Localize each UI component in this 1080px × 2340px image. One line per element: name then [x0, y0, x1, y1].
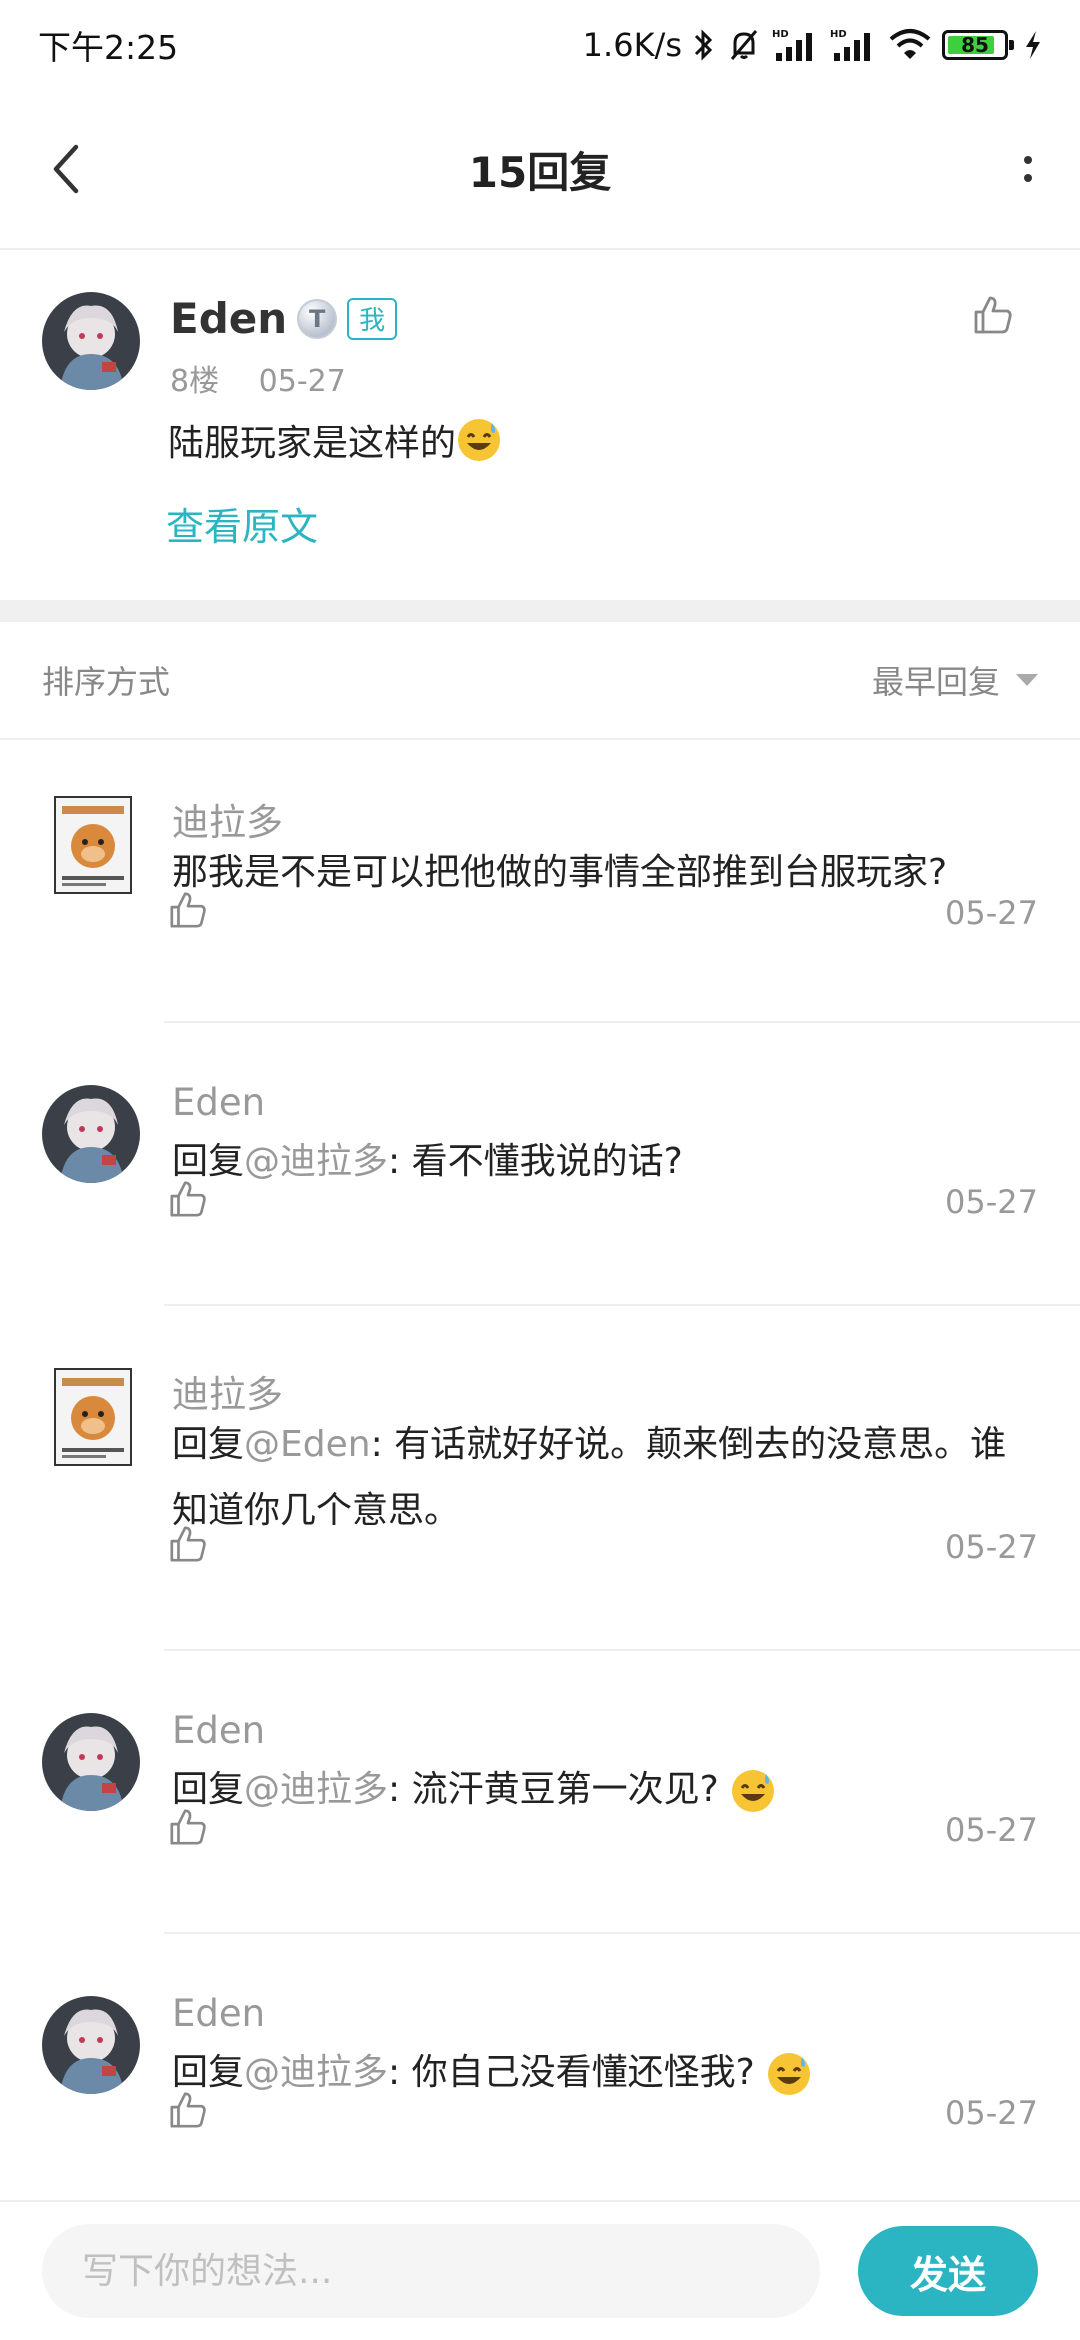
- thumbs-up-icon: [170, 892, 206, 928]
- status-icons: 1.6K/s HD HD 85: [583, 26, 1042, 64]
- caret-down-icon: [1016, 674, 1038, 686]
- level-badge: T: [297, 298, 338, 339]
- section-gap: [0, 600, 1080, 622]
- reply-mention[interactable]: @迪拉多: [244, 1769, 388, 1810]
- sort-selected: 最早回复: [871, 663, 1000, 701]
- post-author-row: Eden T 我: [170, 294, 398, 343]
- sort-bar: 排序方式 最早回复: [0, 622, 1080, 740]
- bluetooth-icon: [692, 27, 716, 63]
- reply-text: 那我是不是可以把他做的事情全部推到台服玩家?: [172, 840, 1042, 906]
- reply-date: 05-27: [945, 1183, 1038, 1221]
- battery-level: 85: [961, 33, 989, 57]
- reply-like-button[interactable]: [168, 1179, 208, 1223]
- reply-text: 回复@Eden: 有话就好好说。颠来倒去的没意思。谁知道你几个意思。: [172, 1412, 1042, 1544]
- back-arrow-icon: [53, 144, 79, 194]
- reply-date: 05-27: [945, 2094, 1038, 2132]
- reply-date: 05-27: [945, 894, 1038, 932]
- reply-item[interactable]: 迪拉多 回复@Eden: 有话就好好说。颠来倒去的没意思。谁知道你几个意思。 05-…: [0, 1306, 1080, 1651]
- reply-body: : 你自己没看懂还怪我?: [388, 2052, 755, 2093]
- reply-like-button[interactable]: [168, 2090, 208, 2134]
- thumbs-up-icon: [170, 1526, 206, 1562]
- comment-input[interactable]: [42, 2224, 820, 2318]
- post-floor: 8楼: [170, 364, 220, 399]
- charging-icon: [1024, 29, 1042, 61]
- main-post: Eden T 我 8楼 05-27 陆服玩家是这样的 查看原文: [0, 252, 1080, 600]
- thumbs-up-icon: [170, 1809, 206, 1845]
- reply-body: : 流汗黄豆第一次见?: [388, 1769, 719, 1810]
- thumbs-up-icon: [170, 2092, 206, 2128]
- sort-dropdown[interactable]: 最早回复: [872, 657, 1038, 703]
- reply-like-button[interactable]: [168, 890, 208, 934]
- reply-author[interactable]: Eden: [172, 1992, 265, 2035]
- sweat-smile-emoji-icon: [768, 2053, 811, 2095]
- more-options-button[interactable]: [1016, 139, 1040, 199]
- battery-icon: 85: [942, 30, 1014, 60]
- reply-text: 回复@迪拉多: 流汗黄豆第一次见?: [172, 1757, 1042, 1823]
- post-content: 陆服玩家是这样的: [168, 414, 502, 466]
- avatar[interactable]: [54, 796, 132, 894]
- reply-body: 那我是不是可以把他做的事情全部推到台服玩家?: [172, 852, 948, 893]
- svg-text:HD: HD: [772, 29, 789, 40]
- page-title: 15回复: [468, 147, 612, 197]
- mute-bell-icon: [726, 27, 762, 63]
- reply-like-button[interactable]: [168, 1524, 208, 1568]
- reply-prefix: 回复: [172, 1424, 245, 1465]
- send-button[interactable]: 发送: [858, 2226, 1038, 2316]
- reply-mention[interactable]: @迪拉多: [244, 1141, 388, 1182]
- reply-item[interactable]: 迪拉多那我是不是可以把他做的事情全部推到台服玩家? 05-27: [0, 740, 1080, 1023]
- sweat-smile-emoji-icon: [458, 419, 501, 461]
- reply-body: : 看不懂我说的话?: [388, 1141, 683, 1182]
- signal-icon-2: HD: [830, 27, 878, 63]
- more-dot-icon: [1024, 156, 1032, 164]
- reply-text: 回复@迪拉多: 看不懂我说的话?: [172, 1129, 1042, 1195]
- reply-mention[interactable]: @迪拉多: [244, 2052, 388, 2093]
- more-dot-icon: [1024, 174, 1032, 182]
- thumbs-up-icon: [974, 296, 1012, 334]
- view-original-link[interactable]: 查看原文: [166, 496, 318, 551]
- back-button[interactable]: [40, 139, 90, 199]
- reply-item[interactable]: Eden 回复@迪拉多: 看不懂我说的话? 05-27: [0, 1023, 1080, 1306]
- sort-label: 排序方式: [42, 663, 171, 701]
- reply-prefix: 回复: [172, 2052, 245, 2093]
- status-time: 下午2:25: [38, 28, 179, 67]
- status-bar: 下午2:25 1.6K/s HD HD 85: [0, 0, 1080, 90]
- reply-mention[interactable]: @Eden: [244, 1424, 371, 1465]
- avatar[interactable]: [42, 1713, 140, 1811]
- net-speed: 1.6K/s: [582, 26, 682, 64]
- avatar[interactable]: [42, 1996, 140, 2094]
- comment-input-bar: 发送: [0, 2200, 1080, 2340]
- wifi-icon: [888, 27, 932, 63]
- avatar[interactable]: [54, 1368, 132, 1466]
- reply-author[interactable]: Eden: [172, 1709, 265, 1752]
- title-bar: 15回复: [0, 90, 1080, 250]
- post-like-button[interactable]: [972, 294, 1014, 340]
- svg-text:HD: HD: [830, 29, 847, 40]
- reply-author[interactable]: Eden: [172, 1081, 265, 1124]
- me-tag: 我: [347, 297, 398, 340]
- avatar[interactable]: [42, 1085, 140, 1183]
- post-date: 05-27: [258, 364, 346, 399]
- reply-date: 05-27: [945, 1811, 1038, 1849]
- thumbs-up-icon: [170, 1181, 206, 1217]
- reply-prefix: 回复: [172, 1141, 245, 1182]
- post-author[interactable]: Eden: [170, 294, 287, 343]
- post-meta: 8楼 05-27: [170, 356, 376, 400]
- post-content-text: 陆服玩家是这样的: [168, 423, 457, 464]
- signal-icon: HD: [772, 27, 820, 63]
- reply-date: 05-27: [945, 1528, 1038, 1566]
- reply-prefix: 回复: [172, 1769, 245, 1810]
- reply-author[interactable]: 迪拉多: [172, 792, 283, 846]
- reply-text: 回复@迪拉多: 你自己没看懂还怪我?: [172, 2040, 1042, 2106]
- avatar[interactable]: [42, 292, 140, 390]
- reply-like-button[interactable]: [168, 1807, 208, 1851]
- reply-item[interactable]: Eden 回复@迪拉多: 流汗黄豆第一次见? 05-27: [0, 1651, 1080, 1934]
- sweat-smile-emoji-icon: [732, 1770, 775, 1812]
- reply-item[interactable]: Eden 回复@迪拉多: 你自己没看懂还怪我? 05-27: [0, 1934, 1080, 2200]
- reply-author[interactable]: 迪拉多: [172, 1364, 283, 1418]
